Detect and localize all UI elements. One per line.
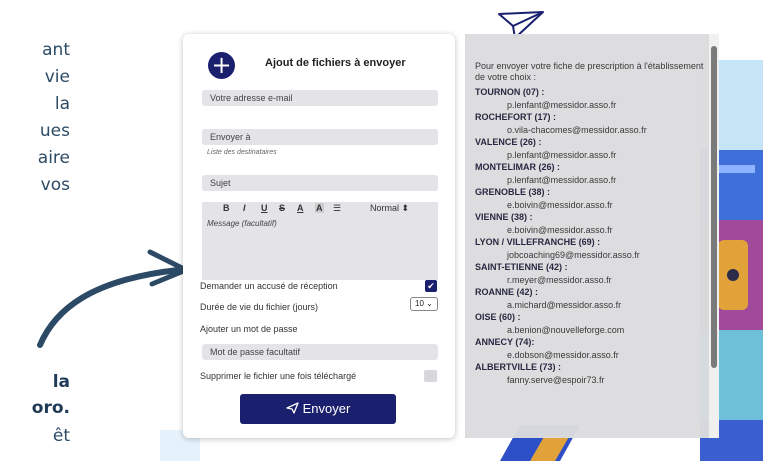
left-text-line: la: [54, 94, 70, 114]
strike-button[interactable]: S: [279, 203, 285, 213]
contacts-panel: Pour envoyer votre fiche de prescription…: [465, 34, 719, 438]
left-bold-line: la: [52, 372, 70, 392]
lifetime-label: Durée de vie du fichier (jours): [200, 302, 319, 312]
send-button[interactable]: Envoyer: [240, 394, 396, 424]
recipient-hint: Liste des destinataires: [207, 149, 277, 156]
upload-form-card: + Ajout de fichiers à envoyer Votre adre…: [183, 34, 455, 438]
style-select[interactable]: Normal ⬍: [370, 203, 409, 214]
chevron-down-icon: ⌄: [426, 299, 433, 308]
editor-toolbar: B I U S A A ☰ Normal ⬍: [202, 202, 438, 216]
list-item-email[interactable]: a.michard@messidor.asso.fr: [475, 299, 705, 312]
panel-intro: Pour envoyer votre fiche de prescription…: [475, 61, 704, 82]
password-toggle-label[interactable]: Ajouter un mot de passe: [200, 324, 298, 334]
list-item-city: LYON / VILLEFRANCHE (69) :: [475, 237, 601, 247]
list-item-city: ANNECY (74):: [475, 337, 535, 347]
list-item-email[interactable]: p.lenfant@messidor.asso.fr: [475, 99, 705, 112]
list-item-city: MONTELIMAR (26) :: [475, 162, 560, 172]
list-item-city: ROANNE (42) :: [475, 287, 539, 297]
left-text-column: ant vie la ues aire vos la oro. êt: [0, 0, 70, 461]
form-title: Ajout de fichiers à envoyer: [265, 57, 406, 69]
bold-button[interactable]: B: [223, 203, 230, 213]
list-item-email[interactable]: p.lenfant@messidor.asso.fr: [475, 174, 705, 187]
left-text-line: ues: [39, 121, 70, 141]
subject-field[interactable]: Sujet: [202, 175, 438, 191]
delete-after-download-label: Supprimer le fichier une fois téléchargé: [200, 371, 357, 381]
email-field[interactable]: Votre adresse e-mail: [202, 90, 438, 106]
list-item-email[interactable]: e.dobson@messidor.asso.fr: [475, 349, 705, 362]
panel-scrollbar[interactable]: [709, 34, 719, 438]
add-file-button[interactable]: +: [208, 52, 235, 79]
left-bold-line: oro.: [31, 398, 70, 418]
left-text-line: vie: [44, 67, 70, 87]
list-icon[interactable]: ☰: [333, 203, 341, 214]
list-item-email[interactable]: p.lenfant@messidor.asso.fr: [475, 149, 705, 162]
lifetime-value: 10: [415, 299, 424, 308]
contacts-list: TOURNON (07) : p.lenfant@messidor.asso.f…: [475, 86, 705, 386]
list-item-email[interactable]: e.boivin@messidor.asso.fr: [475, 199, 705, 212]
receipt-label: Demander un accusé de réception: [200, 281, 338, 291]
list-item-city: ALBERTVILLE (73) :: [475, 362, 562, 372]
list-item-email[interactable]: r.meyer@messidor.asso.fr: [475, 274, 705, 287]
highlight-button[interactable]: A: [315, 203, 324, 213]
left-text-line: vos: [40, 175, 70, 195]
left-text-line: êt: [52, 426, 70, 446]
left-text-line: ant: [42, 40, 70, 60]
list-item-city: TOURNON (07) :: [475, 87, 545, 97]
password-field[interactable]: Mot de passe facultatif: [202, 344, 438, 360]
list-item-city: VIENNE (38) :: [475, 212, 533, 222]
list-item-city: OISE (60) :: [475, 312, 521, 322]
decorative-arrow-icon: [37, 249, 189, 348]
list-item-email[interactable]: fanny.serve@espoir73.fr: [475, 374, 705, 387]
send-icon: [285, 402, 299, 414]
text-color-button[interactable]: A: [297, 203, 304, 213]
send-label: Envoyer: [302, 401, 351, 416]
list-item-city: VALENCE (26) :: [475, 137, 542, 147]
delete-after-download-checkbox[interactable]: [424, 370, 437, 382]
scrollbar-thumb[interactable]: [711, 46, 717, 368]
list-item-city: ROCHEFORT (17) :: [475, 112, 556, 122]
recipient-field[interactable]: Envoyer à: [202, 129, 438, 145]
list-item-email[interactable]: o.vila-chacomes@messidor.asso.fr: [475, 124, 705, 137]
list-item-city: SAINT-ETIENNE (42) :: [475, 262, 568, 272]
left-text-line: aire: [37, 148, 70, 168]
message-editor[interactable]: Message (facultatif): [202, 216, 438, 280]
italic-button[interactable]: I: [243, 203, 246, 213]
list-item-email[interactable]: a.benion@nouvelleforge.com: [475, 324, 705, 337]
receipt-checkbox[interactable]: ✔: [425, 280, 437, 292]
list-item-email[interactable]: e.boivin@messidor.asso.fr: [475, 224, 705, 237]
lifetime-select[interactable]: 10 ⌄: [410, 297, 438, 311]
list-item-email[interactable]: jobcoaching69@messidor.asso.fr: [475, 249, 705, 262]
list-item-city: GRENOBLE (38) :: [475, 187, 551, 197]
underline-button[interactable]: U: [261, 203, 268, 213]
